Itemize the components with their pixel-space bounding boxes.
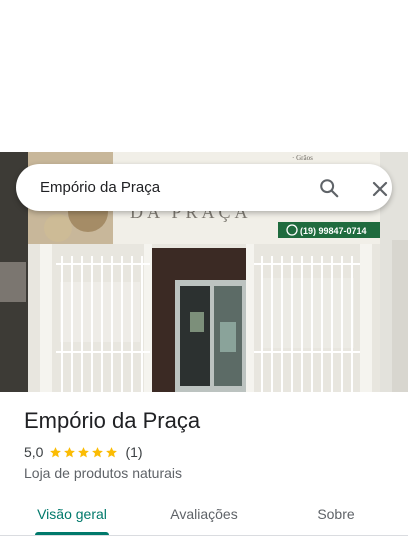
place-title: Empório da Praça (24, 408, 201, 433)
tab-reviews[interactable]: Avaliações (156, 494, 252, 534)
search-icon[interactable] (318, 177, 340, 199)
star-icon (106, 446, 118, 457)
tabs-divider (0, 535, 408, 536)
search-query-text[interactable]: Empório da Praça (40, 164, 160, 211)
star-icon (50, 446, 62, 457)
place-category: Loja de produtos naturais (24, 465, 182, 481)
rating-stars (49, 446, 119, 459)
tab-overview[interactable]: Visão geral (24, 494, 120, 534)
search-bar[interactable]: Empório da Praça (16, 164, 392, 211)
tab-bar: Visão geral Avaliações Sobre (0, 494, 408, 540)
rating-value: 5,0 (24, 444, 44, 460)
close-icon[interactable] (370, 179, 390, 199)
sign-items-text: · Grãos (292, 154, 313, 162)
tab-about[interactable]: Sobre (288, 494, 384, 534)
star-icon (92, 446, 104, 457)
review-count[interactable]: (1) (125, 444, 142, 460)
star-icon (64, 446, 76, 457)
rating-row: 5,0 (1) (24, 444, 143, 460)
sign-phone-text: (19) 99847-0714 (300, 226, 367, 236)
star-icon (78, 446, 90, 457)
